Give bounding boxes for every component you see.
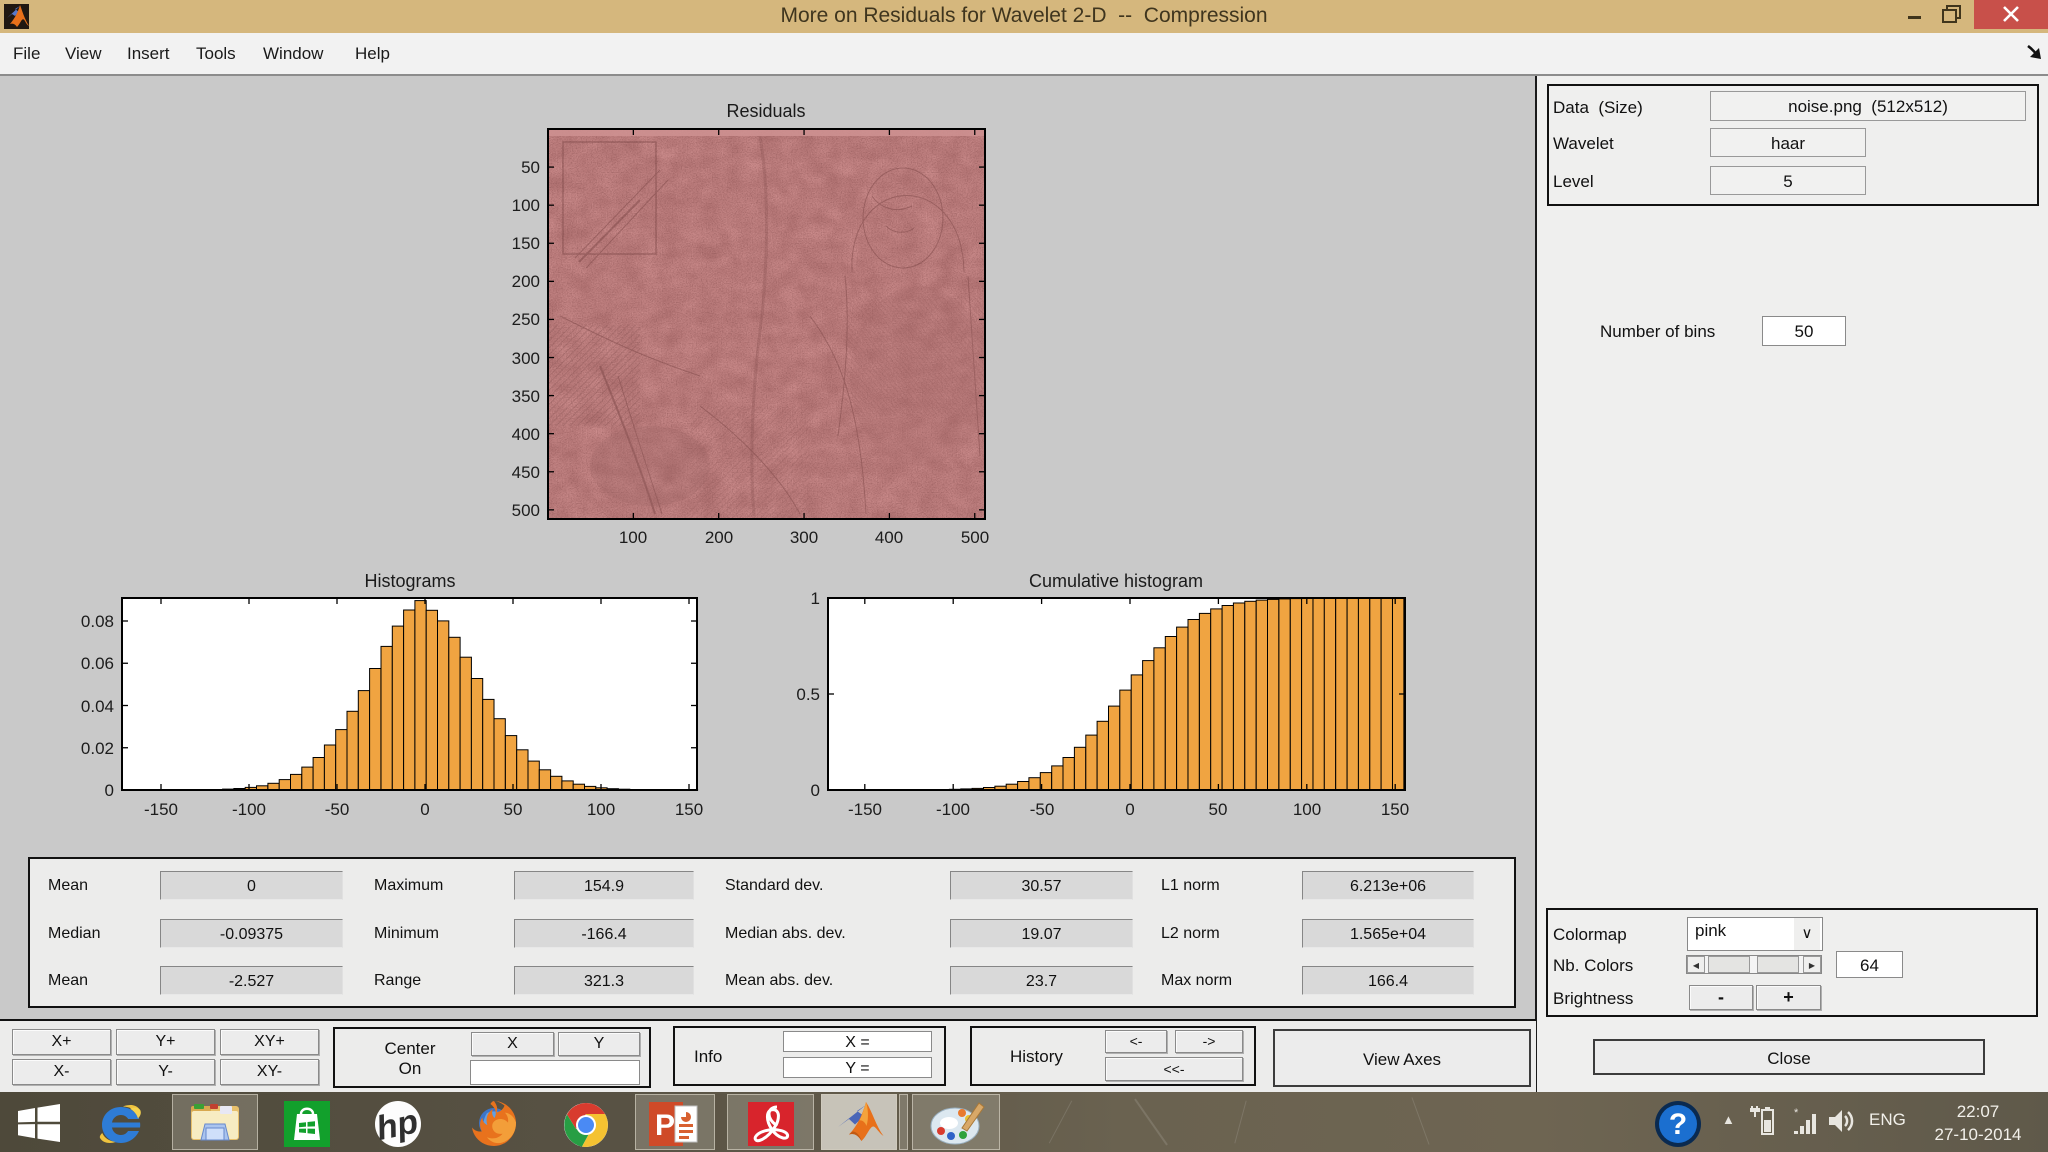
svg-text:0.02: 0.02: [81, 739, 114, 758]
svg-text:Histograms: Histograms: [364, 571, 455, 591]
svg-text:0: 0: [420, 800, 429, 819]
svg-text:0.08: 0.08: [81, 612, 114, 631]
svg-text:200: 200: [705, 528, 733, 547]
svg-text:?: ?: [1669, 1108, 1687, 1141]
svg-text:100: 100: [1293, 800, 1321, 819]
svg-text:*: *: [1794, 1107, 1799, 1119]
svg-text:400: 400: [512, 425, 540, 444]
svg-text:P: P: [655, 1109, 675, 1142]
svg-text:500: 500: [512, 501, 540, 520]
svg-text:100: 100: [512, 196, 540, 215]
svg-text:150: 150: [675, 800, 703, 819]
svg-text:350: 350: [512, 387, 540, 406]
svg-text:150: 150: [1381, 800, 1409, 819]
svg-text:300: 300: [512, 349, 540, 368]
svg-text:1: 1: [811, 589, 820, 608]
svg-text:0.04: 0.04: [81, 697, 114, 716]
svg-text:300: 300: [790, 528, 818, 547]
svg-text:-150: -150: [848, 800, 882, 819]
svg-text:200: 200: [512, 272, 540, 291]
svg-text:50: 50: [1209, 800, 1228, 819]
svg-text:450: 450: [512, 463, 540, 482]
svg-text:250: 250: [512, 310, 540, 329]
svg-text:100: 100: [587, 800, 615, 819]
svg-text:0: 0: [1125, 800, 1134, 819]
svg-text:-100: -100: [232, 800, 266, 819]
svg-text:50: 50: [521, 158, 540, 177]
svg-text:400: 400: [875, 528, 903, 547]
svg-text:hp: hp: [374, 1102, 421, 1148]
svg-text:100: 100: [619, 528, 647, 547]
svg-text:0: 0: [105, 781, 114, 800]
svg-text:-150: -150: [144, 800, 178, 819]
svg-text:-50: -50: [325, 800, 350, 819]
svg-text:Cumulative histogram: Cumulative histogram: [1029, 571, 1203, 591]
svg-text:0.5: 0.5: [796, 685, 820, 704]
svg-text:Residuals: Residuals: [726, 101, 805, 121]
svg-text:50: 50: [504, 800, 523, 819]
svg-text:-50: -50: [1030, 800, 1055, 819]
svg-text:0: 0: [811, 781, 820, 800]
svg-text:150: 150: [512, 234, 540, 253]
svg-text:0.06: 0.06: [81, 654, 114, 673]
svg-text:-100: -100: [936, 800, 970, 819]
svg-text:500: 500: [961, 528, 989, 547]
